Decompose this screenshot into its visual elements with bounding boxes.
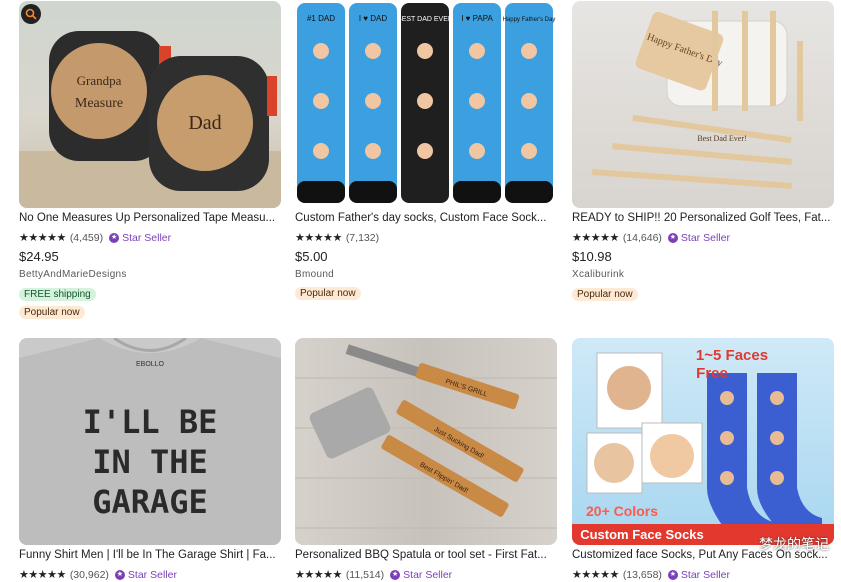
engraving-dad: Dad [188, 112, 221, 134]
star-seller-badge: ★ Star Seller [390, 569, 452, 581]
bbq-tools-illustration: PHIL'S GRILL Just Sucking Dad! Best Flip… [295, 344, 557, 529]
sock-text-1: #1 DAD [307, 14, 335, 23]
listing-image[interactable]: EBOLLO I'LL BE IN THE GARAGE [19, 338, 281, 545]
listing-rating: ★★★★★ (14,646) ★ Star Seller [572, 231, 730, 245]
promo-free: Free [696, 365, 728, 382]
star-rating: ★★★★★ [572, 569, 619, 581]
search-icon [25, 8, 37, 20]
star-seller-badge: ★ Star Seller [667, 568, 730, 581]
star-seller-icon: ★ [390, 569, 401, 580]
shop-name[interactable]: BettyAndMarieDesigns [19, 269, 127, 280]
free-shipping-badge: FREE shipping [19, 288, 96, 301]
review-count: (30,962) [69, 568, 109, 581]
shop-name[interactable]: Bmound [295, 269, 334, 280]
review-count: (11,514) [345, 568, 385, 581]
shirt-line-1: I'LL BE [83, 403, 218, 441]
listing-rating: ★★★★★ (11,514) ★ Star Seller [295, 568, 452, 582]
listing-title[interactable]: No One Measures Up Personalized Tape Mea… [19, 212, 281, 224]
star-rating: ★★★★★ [295, 232, 342, 244]
listing-rating: ★★★★★ (4,459) ★ Star Seller [19, 231, 171, 245]
review-count: (7,132) [345, 231, 380, 244]
star-seller-badge: ★ Star Seller [114, 568, 177, 581]
review-count: (4,459) [69, 231, 104, 244]
star-seller-icon: ★ [114, 569, 125, 580]
listing-title[interactable]: Personalized BBQ Spatula or tool set - F… [295, 549, 557, 561]
listing-rating: ★★★★★ (30,962) ★ Star Seller [19, 568, 177, 582]
star-rating: ★★★★★ [295, 569, 342, 581]
shirt-line-2: IN THE [92, 443, 208, 481]
watermark: 梦龙的笔记 [759, 536, 829, 552]
star-seller-label: Star Seller [127, 568, 177, 581]
star-rating: ★★★★★ [19, 569, 66, 581]
listing-title[interactable]: Funny Shirt Men | I'll be In The Garage … [19, 549, 281, 561]
promo-faces: 1~5 Faces [696, 347, 768, 364]
star-seller-icon: ★ [667, 569, 678, 580]
listing-title[interactable]: READY to SHIP!! 20 Personalized Golf Tee… [572, 212, 834, 224]
shop-name[interactable]: Xcaliburink [572, 269, 624, 280]
listing-rating: ★★★★★ (13,658) ★ Star Seller [572, 568, 730, 582]
promo-colors: 20+ Colors [586, 503, 658, 519]
shirt-line-3: GARAGE [92, 483, 208, 521]
sock-text-3: BEST DAD EVER [397, 16, 453, 23]
star-seller-label: Star Seller [122, 231, 172, 244]
star-seller-label: Star Seller [403, 568, 453, 581]
star-seller-icon: ★ [109, 232, 120, 243]
engraving-measure: Measure [75, 96, 123, 111]
sock-text-4: I ♥ PAPA [461, 14, 493, 23]
tee-engraving: Best Dad Ever! [697, 134, 746, 143]
popular-now-badge: Popular now [572, 288, 638, 301]
listing-title[interactable]: Custom Father's day socks, Custom Face S… [295, 212, 557, 224]
star-rating: ★★★★★ [19, 232, 66, 244]
shirt-brand: EBOLLO [136, 361, 165, 368]
star-seller-label: Star Seller [680, 568, 730, 581]
face-socks-illustration: 1~5 Faces Free 20+ Colors Custom Face So… [572, 347, 834, 545]
review-count: (13,658) [622, 568, 662, 581]
listing-image[interactable]: Grandpa Measure Dad [19, 1, 281, 208]
listing-price: $24.95 [19, 249, 59, 264]
tape-measure-illustration: Grandpa Measure Dad [19, 31, 281, 208]
socks-illustration: #1 DAD I ♥ DAD BEST DAD EVER I ♥ PAPA Ha… [297, 3, 556, 203]
tshirt-illustration: EBOLLO I'LL BE IN THE GARAGE [19, 338, 281, 545]
sock-text-2: I ♥ DAD [359, 14, 388, 23]
star-seller-badge: ★ Star Seller [109, 232, 171, 244]
popular-now-badge: Popular now [19, 306, 85, 319]
listing-image[interactable]: PHIL'S GRILL Just Sucking Dad! Best Flip… [295, 338, 557, 545]
star-rating: ★★★★★ [572, 232, 619, 244]
listing-rating: ★★★★★ (7,132) [295, 231, 380, 245]
popular-now-badge: Popular now [295, 287, 361, 300]
golf-tees-illustration: Happy Father's Day Best Dad Ever! [592, 11, 803, 189]
listing-price: $5.00 [295, 249, 328, 264]
promo-custom: Custom Face Socks [580, 527, 704, 542]
visual-search-button[interactable] [21, 4, 41, 24]
listing-image[interactable]: 1~5 Faces Free 20+ Colors Custom Face So… [572, 338, 834, 545]
sock-text-5: Happy Father's Day [503, 17, 556, 23]
listing-price: $10.98 [572, 249, 612, 264]
listing-image[interactable]: #1 DAD I ♥ DAD BEST DAD EVER I ♥ PAPA Ha… [295, 1, 557, 208]
listing-image[interactable]: Happy Father's Day Best Dad Ever! [572, 1, 834, 208]
star-seller-label: Star Seller [680, 231, 730, 244]
review-count: (14,646) [622, 231, 662, 244]
engraving-grandpa: Grandpa [77, 73, 122, 88]
star-seller-badge: ★ Star Seller [667, 231, 730, 244]
star-seller-icon: ★ [667, 232, 678, 243]
